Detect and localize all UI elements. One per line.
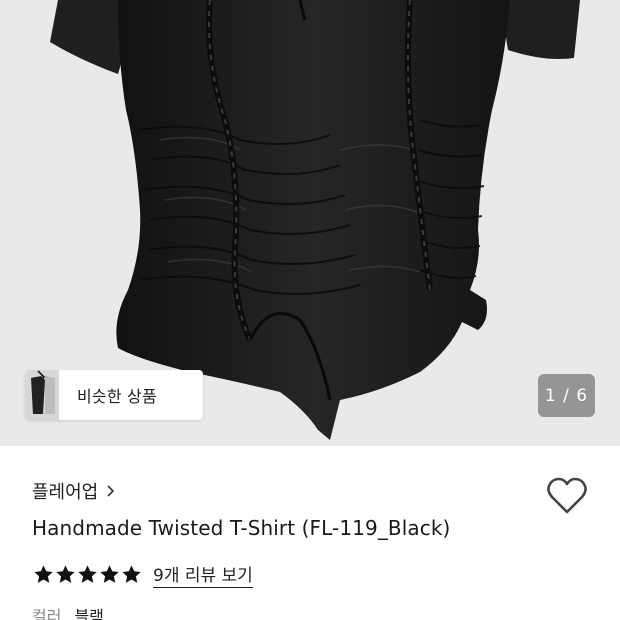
star-filled-icon [122,565,141,583]
brand-name: 플레어업 [32,482,99,503]
chevron-right-icon [107,485,115,497]
star-filled-icon [78,565,97,583]
brand-link[interactable]: 플레어업 [32,478,116,504]
similar-products-label: 비슷한 상품 [77,387,157,406]
image-counter: 1 / 6 [538,374,595,417]
star-rating [33,564,142,585]
color-label: 컬러 [32,607,62,620]
review-link[interactable]: 9개 리뷰 보기 [153,561,253,588]
product-title: Handmade Twisted T-Shirt (FL-119_Black) [32,516,451,540]
rating-row: 9개 리뷰 보기 [33,561,253,588]
star-filled-icon [56,565,75,583]
product-image-gallery[interactable]: 비슷한 상품 1 / 6 [0,0,620,446]
star-filled-icon [100,565,119,583]
color-value: 블랙 [74,607,104,620]
chevron-right-icon [37,370,46,384]
star-filled-icon [34,565,53,583]
color-option: 컬러 블랙 [32,603,104,620]
similar-products-button[interactable]: 비슷한 상품 [25,370,203,420]
heart-outline-icon[interactable] [546,476,588,516]
